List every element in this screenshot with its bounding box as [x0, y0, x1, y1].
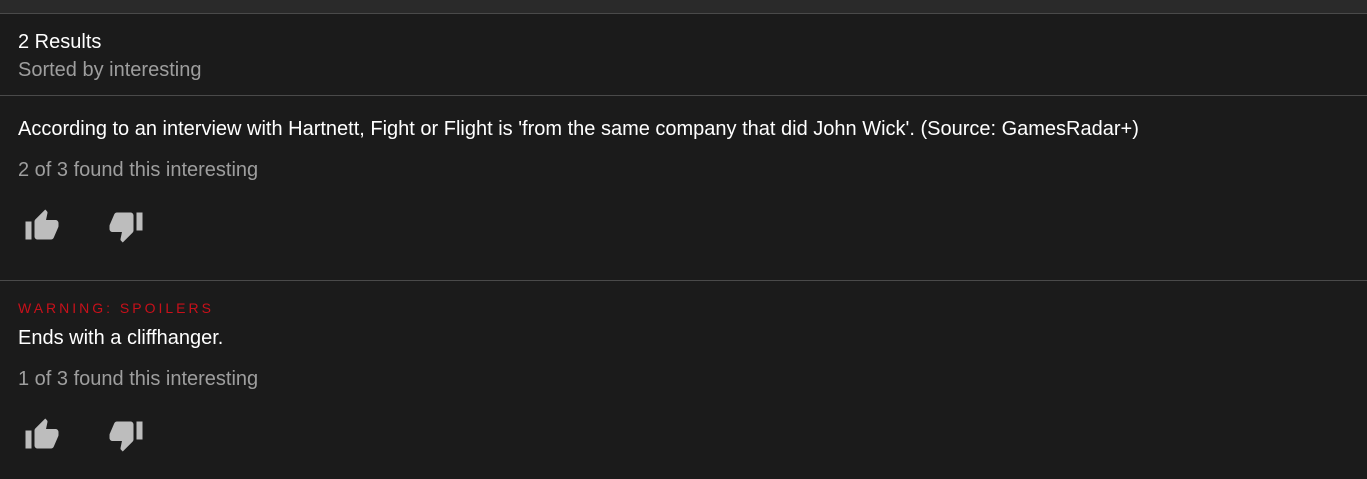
- downvote-button[interactable]: [104, 415, 148, 455]
- downvote-button[interactable]: [104, 206, 148, 246]
- trivia-item: According to an interview with Hartnett,…: [0, 96, 1367, 281]
- upvote-button[interactable]: [20, 206, 64, 246]
- results-header: 2 Results Sorted by interesting: [0, 14, 1367, 96]
- interest-count: 2 of 3 found this interesting: [18, 159, 259, 181]
- thumb-down-icon: [109, 212, 143, 243]
- vote-row: [18, 415, 1349, 455]
- vote-row: [18, 206, 1349, 246]
- spoiler-warning[interactable]: WARNING: SPOILERS: [18, 300, 1349, 316]
- thumb-down-icon: [109, 421, 143, 452]
- interest-count: 1 of 3 found this interesting: [18, 368, 259, 390]
- sort-label: Sorted by interesting: [18, 59, 202, 81]
- thumb-up-icon: [25, 209, 59, 240]
- top-bar: [0, 0, 1367, 14]
- trivia-text: Ends with a cliffhanger.: [18, 327, 224, 349]
- trivia-text: According to an interview with Hartnett,…: [18, 118, 1139, 140]
- upvote-button[interactable]: [20, 415, 64, 455]
- trivia-item: WARNING: SPOILERS Ends with a cliffhange…: [0, 281, 1367, 455]
- thumb-up-icon: [25, 418, 59, 449]
- results-count: 2 Results: [18, 31, 102, 53]
